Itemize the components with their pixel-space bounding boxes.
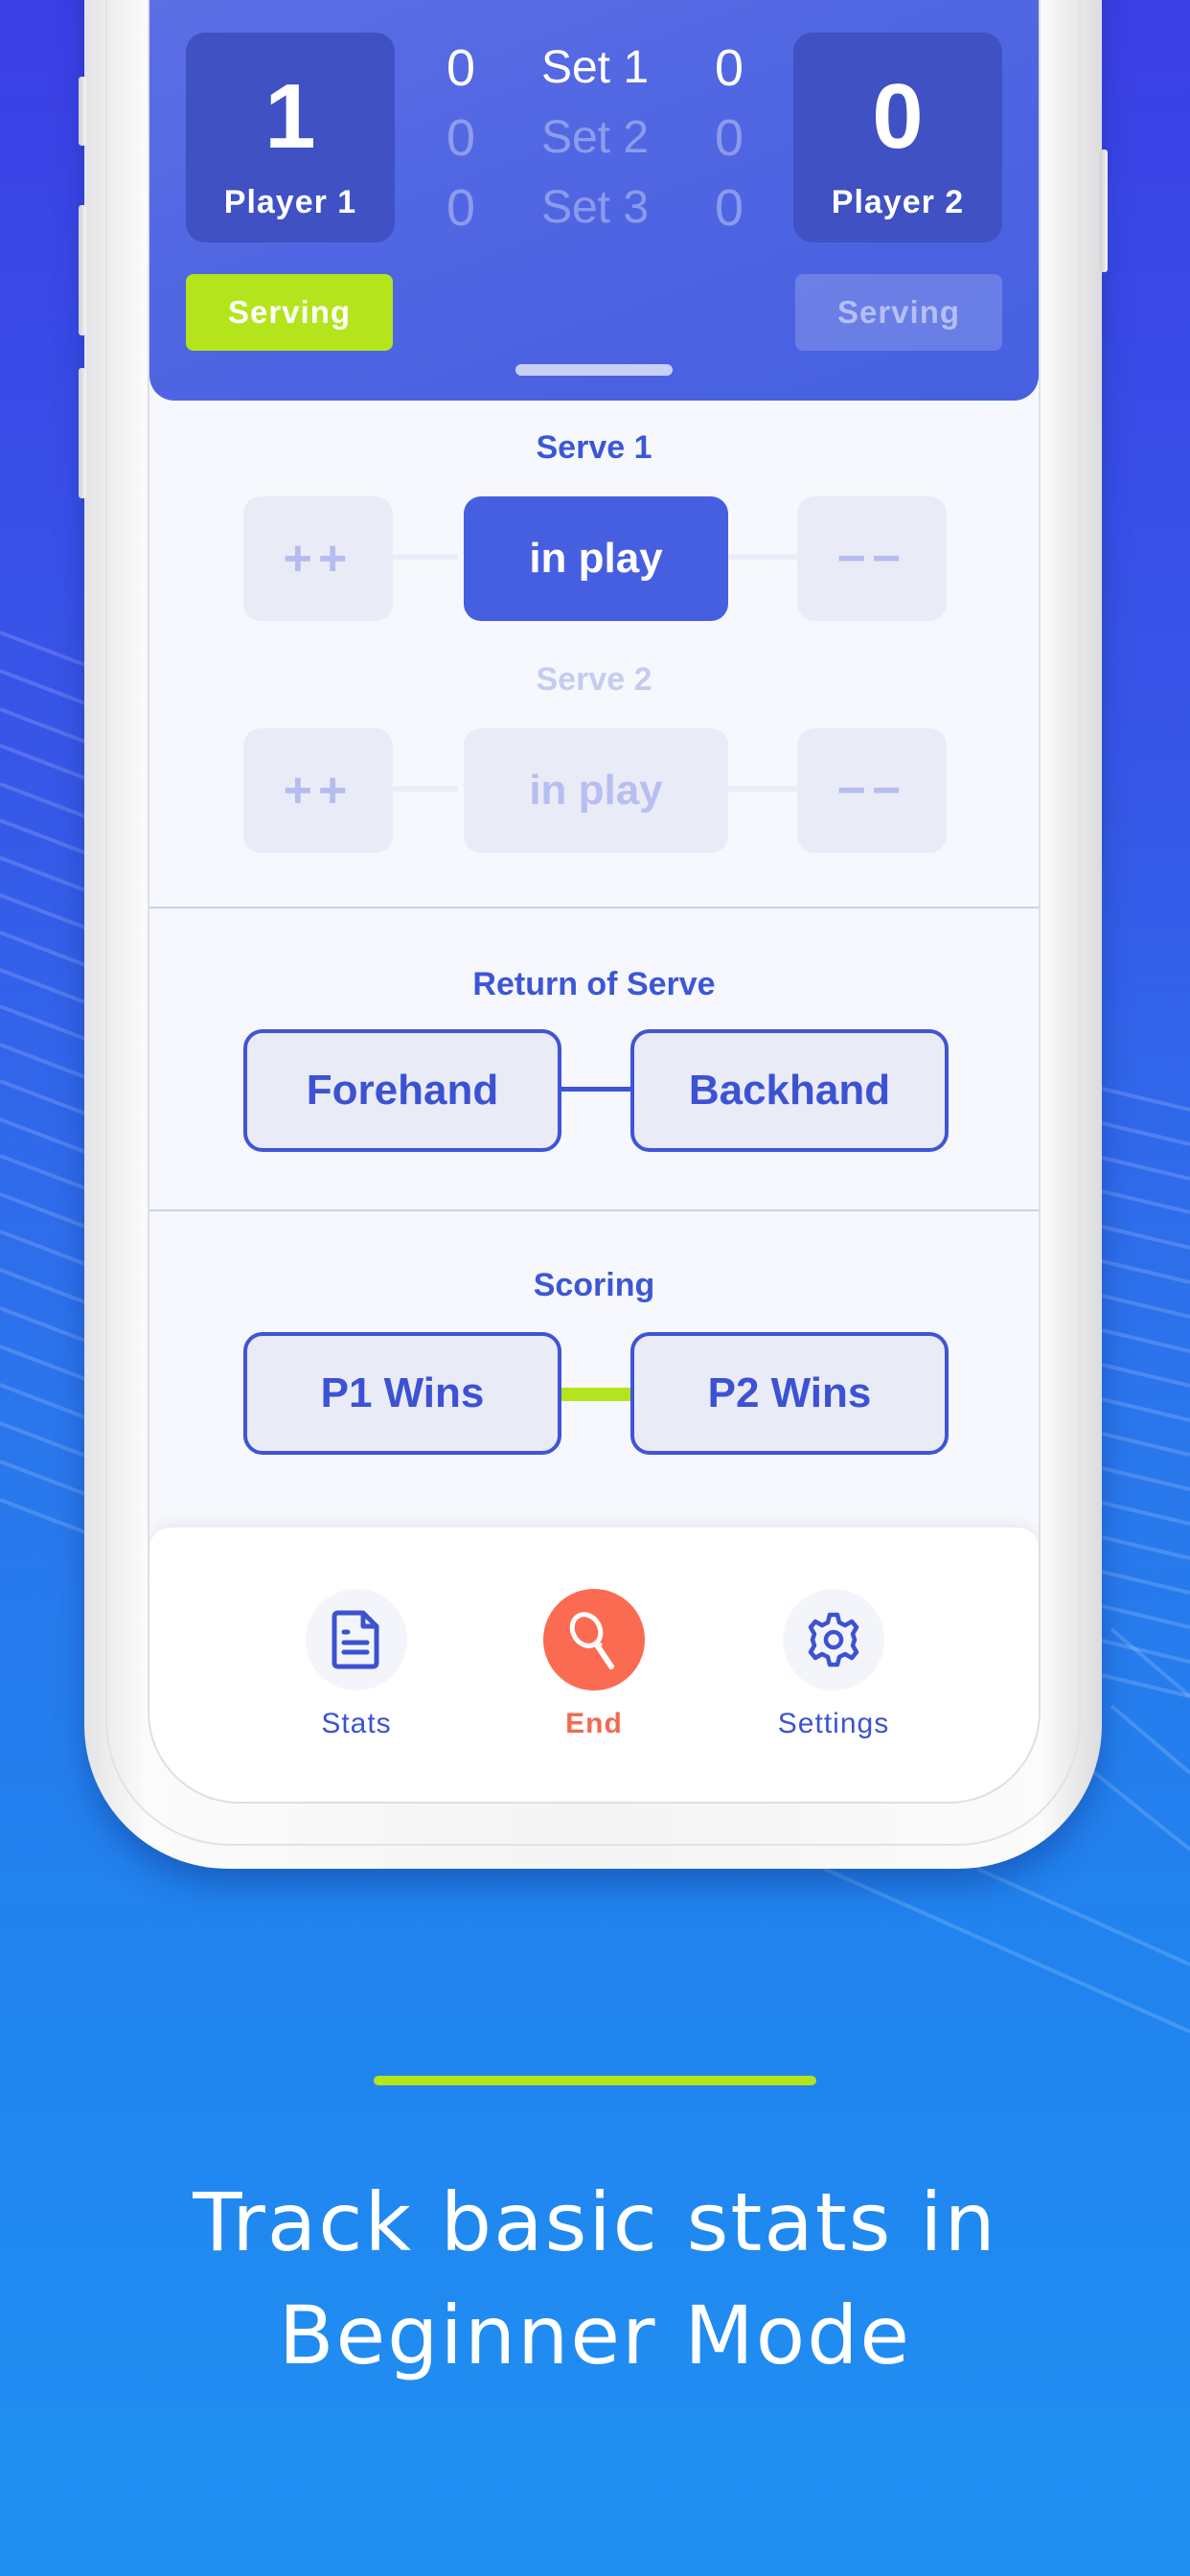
scoreboard-header: 1 Player 1 0 Set 1 0 0 Set 2 0 0 Set 3 0… xyxy=(149,0,1039,401)
marketing-tagline: Track basic stats in Beginner Mode xyxy=(0,2166,1190,2392)
return-connector xyxy=(560,1087,636,1092)
serve2-connector-left xyxy=(389,786,458,792)
tab-settings-label: Settings xyxy=(777,1708,890,1739)
set-scores: 0 Set 1 0 0 Set 2 0 0 Set 3 0 xyxy=(437,33,753,242)
player1-points: 1 xyxy=(264,65,316,168)
tagline-line-2: Beginner Mode xyxy=(278,2288,912,2382)
document-icon xyxy=(332,1610,379,1669)
set1-p2-score: 0 xyxy=(714,38,744,97)
phone-volume-down-button xyxy=(79,368,86,498)
gear-icon xyxy=(808,1612,859,1668)
accent-bar xyxy=(374,2076,816,2085)
tab-stats-label: Stats xyxy=(321,1708,392,1739)
tab-stats[interactable]: Stats xyxy=(261,1589,452,1740)
serve2-in-play-button[interactable]: in play xyxy=(464,728,728,853)
set-row: 0 Set 3 0 xyxy=(437,172,753,242)
app-screen: 1 Player 1 0 Set 1 0 0 Set 2 0 0 Set 3 0… xyxy=(148,0,1041,1804)
settings-icon-circle xyxy=(783,1589,884,1690)
set2-p1-score: 0 xyxy=(446,108,476,167)
serve1-ace-button[interactable]: ++ xyxy=(243,496,393,621)
set-row: 0 Set 1 0 xyxy=(437,33,753,103)
player2-points: 0 xyxy=(872,65,924,168)
phone-power-button xyxy=(1100,150,1108,272)
serve1-connector-left xyxy=(389,554,458,560)
player1-name: Player 1 xyxy=(223,184,357,220)
set2-p2-score: 0 xyxy=(714,108,744,167)
stats-icon-circle xyxy=(306,1589,407,1690)
end-icon-circle xyxy=(543,1589,645,1690)
serve1-connector-right xyxy=(726,554,801,560)
serve2-ace-button[interactable]: ++ xyxy=(243,728,393,853)
set1-label: Set 1 xyxy=(540,42,650,93)
scoring-connector xyxy=(560,1388,636,1401)
forehand-button[interactable]: Forehand xyxy=(243,1029,561,1152)
section-divider xyxy=(149,1209,1039,1211)
tagline-line-1: Track basic stats in xyxy=(193,2175,997,2269)
serve1-title: Serve 1 xyxy=(536,429,652,466)
tennis-racket-icon xyxy=(569,1612,614,1669)
serve2-title: Serve 2 xyxy=(536,661,652,698)
set2-label: Set 2 xyxy=(540,112,650,163)
phone-volume-up-button xyxy=(79,205,86,335)
set-row: 0 Set 2 0 xyxy=(437,103,753,172)
tab-settings[interactable]: Settings xyxy=(738,1589,929,1740)
serve1-in-play-button[interactable]: in play xyxy=(464,496,728,621)
p2-wins-button[interactable]: P2 Wins xyxy=(630,1332,949,1455)
phone-mute-switch xyxy=(79,77,86,146)
serve2-fault-button[interactable]: −− xyxy=(797,728,947,853)
double-minus-icon: −− xyxy=(836,531,907,586)
header-drag-handle[interactable] xyxy=(515,364,673,376)
scoring-title: Scoring xyxy=(533,1267,655,1303)
player2-score-card: 0 Player 2 xyxy=(793,33,1002,242)
serve2-connector-right xyxy=(726,786,801,792)
bottom-tab-bar: Stats End Settings xyxy=(149,1528,1039,1802)
player1-serving-button[interactable]: Serving xyxy=(186,274,393,351)
double-plus-icon: ++ xyxy=(283,763,354,818)
player2-serving-button[interactable]: Serving xyxy=(795,274,1002,351)
return-of-serve-title: Return of Serve xyxy=(472,966,716,1002)
player1-score-card: 1 Player 1 xyxy=(186,33,395,242)
p1-wins-button[interactable]: P1 Wins xyxy=(243,1332,561,1455)
set3-label: Set 3 xyxy=(540,182,650,233)
set1-p1-score: 0 xyxy=(446,38,476,97)
player2-name: Player 2 xyxy=(831,184,965,220)
serve1-fault-button[interactable]: −− xyxy=(797,496,947,621)
double-minus-icon: −− xyxy=(836,763,907,818)
tab-end-label: End xyxy=(565,1708,623,1739)
set3-p1-score: 0 xyxy=(446,178,476,237)
backhand-button[interactable]: Backhand xyxy=(630,1029,949,1152)
section-divider xyxy=(149,907,1039,908)
tab-end[interactable]: End xyxy=(498,1589,690,1740)
double-plus-icon: ++ xyxy=(283,531,354,586)
set3-p2-score: 0 xyxy=(714,178,744,237)
